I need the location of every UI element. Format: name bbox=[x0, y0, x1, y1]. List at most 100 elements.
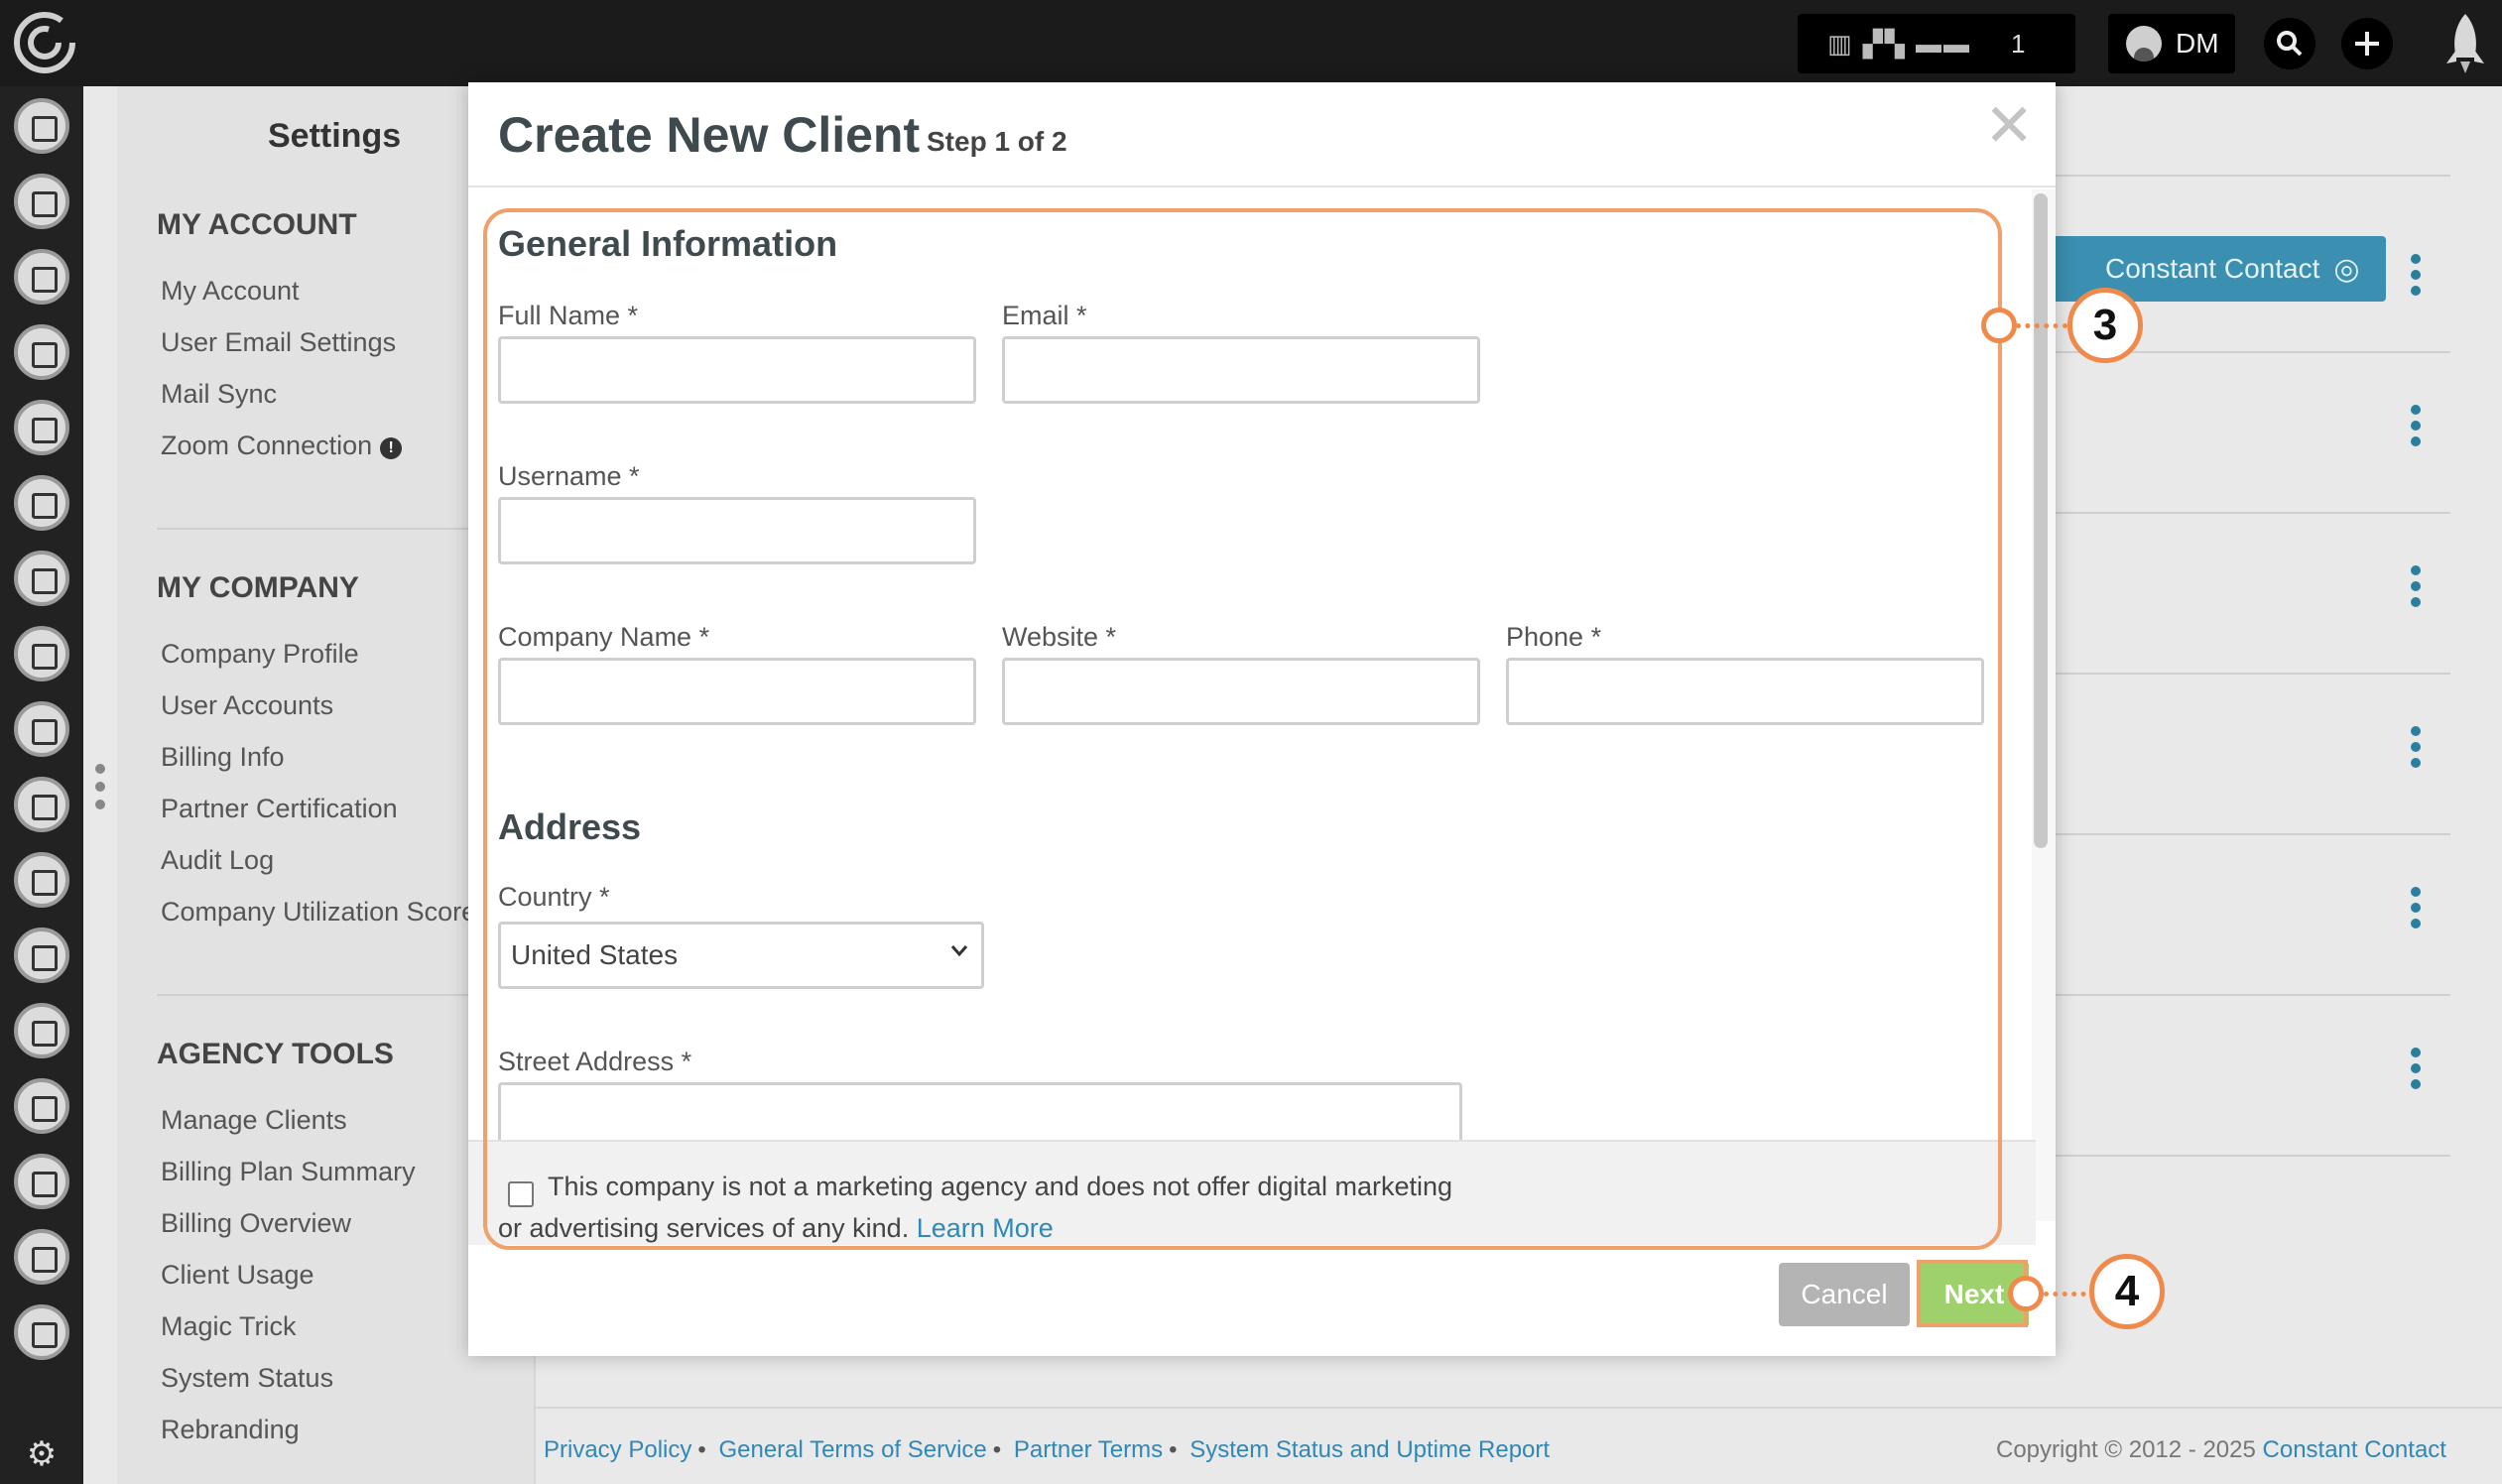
footer-link-privacy-policy[interactable]: Privacy Policy bbox=[544, 1436, 691, 1463]
settings-item-zoom-connection[interactable]: Zoom Connection! bbox=[161, 431, 403, 461]
megaphone-icon[interactable] bbox=[14, 551, 69, 606]
left-nav-bar bbox=[0, 86, 83, 1484]
user-menu[interactable]: DM bbox=[2108, 14, 2235, 73]
settings-item-user-accounts[interactable]: User Accounts bbox=[161, 690, 333, 721]
copyright: Copyright © 2012 - 2025 Constant Contact bbox=[1996, 1436, 2446, 1464]
settings-item-rebranding[interactable]: Rebranding bbox=[161, 1415, 300, 1445]
copyright-text: Copyright © 2012 - 2025 bbox=[1996, 1436, 2256, 1463]
contacts-icon[interactable] bbox=[14, 98, 69, 154]
more-options-icon[interactable] bbox=[2406, 726, 2426, 770]
annotation-connector bbox=[2016, 323, 2067, 328]
building-icon: ▥ ▞▚ ▬▬ bbox=[1827, 28, 1972, 59]
more-options-icon[interactable] bbox=[2406, 1048, 2426, 1091]
account-switcher[interactable]: ▥ ▞▚ ▬▬ 1 bbox=[1798, 14, 2075, 73]
more-options-icon[interactable] bbox=[2406, 254, 2426, 298]
website-label: Website * bbox=[1002, 622, 1117, 652]
map-icon[interactable] bbox=[14, 324, 69, 380]
gallery-icon[interactable] bbox=[14, 777, 69, 832]
divider bbox=[2044, 1155, 2450, 1157]
settings-item-user-email-settings[interactable]: User Email Settings bbox=[161, 327, 396, 358]
username-label: Username * bbox=[498, 461, 640, 491]
email-label: Email * bbox=[1002, 301, 1087, 330]
search-icon[interactable] bbox=[2264, 18, 2315, 69]
step-badge-4: 4 bbox=[2089, 1254, 2165, 1329]
constant-contact-label: Constant Contact bbox=[2105, 253, 2320, 284]
annotation-anchor-dot bbox=[2008, 1276, 2044, 1311]
settings-item-mail-sync[interactable]: Mail Sync bbox=[161, 379, 277, 410]
street-address-label: Street Address * bbox=[498, 1047, 692, 1076]
settings-item-manage-clients[interactable]: Manage Clients bbox=[161, 1105, 347, 1136]
settings-item-audit-log[interactable]: Audit Log bbox=[161, 845, 274, 876]
divider bbox=[2044, 512, 2450, 514]
phone-label: Phone * bbox=[1506, 622, 1602, 652]
website-input[interactable] bbox=[1002, 658, 1480, 725]
footer-link-general-terms[interactable]: General Terms of Service bbox=[718, 1436, 986, 1463]
full-name-input[interactable] bbox=[498, 336, 976, 404]
scrollbar-thumb[interactable] bbox=[2034, 193, 2048, 848]
chevron-down-icon bbox=[950, 945, 968, 957]
more-options-icon[interactable] bbox=[2406, 565, 2426, 609]
list-icon[interactable] bbox=[14, 475, 69, 531]
settings-item-billing-info[interactable]: Billing Info bbox=[161, 742, 285, 773]
checkbox-label-line2: or advertising services of any kind. Lea… bbox=[498, 1213, 1054, 1244]
bar-chart-icon[interactable] bbox=[14, 1229, 69, 1285]
thumbs-up-icon[interactable] bbox=[14, 701, 69, 757]
top-bar: ▥ ▞▚ ▬▬ 1 DM bbox=[0, 0, 2502, 86]
settings-item-company-utilization-score[interactable]: Company Utilization Score bbox=[161, 897, 476, 928]
footer-link-system-status[interactable]: System Status and Uptime Report bbox=[1189, 1436, 1550, 1463]
modal-title: Create New Client bbox=[498, 107, 921, 163]
country-selected-value: United States bbox=[511, 939, 679, 970]
add-icon[interactable] bbox=[2341, 18, 2393, 69]
phone-input[interactable] bbox=[1506, 658, 1984, 725]
my-company-heading: MY COMPANY bbox=[157, 571, 359, 604]
footer-links: Privacy Policy • General Terms of Service… bbox=[544, 1436, 1551, 1463]
create-client-modal: Create New Client Step 1 of 2 ✕ General … bbox=[468, 82, 2056, 1356]
more-options-icon[interactable] bbox=[2406, 405, 2426, 448]
info-icon[interactable]: ! bbox=[380, 437, 403, 459]
agency-tools-heading: AGENCY TOOLS bbox=[157, 1038, 394, 1070]
country-select[interactable]: United States bbox=[498, 922, 984, 989]
workflow-icon[interactable] bbox=[14, 400, 69, 455]
calendar-icon[interactable] bbox=[14, 852, 69, 908]
settings-item-company-profile[interactable]: Company Profile bbox=[161, 639, 359, 670]
gear-icon[interactable]: ⚙ bbox=[24, 1435, 60, 1473]
settings-item-my-account[interactable]: My Account bbox=[161, 276, 300, 307]
checkbox-label-line1: This company is not a marketing agency a… bbox=[548, 1172, 1453, 1201]
analytics-icon[interactable] bbox=[14, 1003, 69, 1058]
settings-item-billing-overview[interactable]: Billing Overview bbox=[161, 1208, 351, 1239]
zoom-connection-label: Zoom Connection bbox=[161, 431, 373, 460]
add-user-icon[interactable] bbox=[14, 1154, 69, 1209]
modal-header: Create New Client Step 1 of 2 ✕ bbox=[468, 82, 2056, 187]
settings-item-magic-trick[interactable]: Magic Trick bbox=[161, 1311, 297, 1342]
annotation-connector bbox=[2044, 1292, 2095, 1297]
general-information-heading: General Information bbox=[498, 223, 838, 264]
support-icon[interactable] bbox=[14, 1078, 69, 1134]
clipboard-icon[interactable] bbox=[14, 249, 69, 305]
company-name-input[interactable] bbox=[498, 658, 976, 725]
email-input[interactable] bbox=[1002, 336, 1480, 404]
rocket-icon[interactable] bbox=[2429, 0, 2502, 86]
drag-handle-icon[interactable] bbox=[95, 764, 105, 817]
cancel-button[interactable]: Cancel bbox=[1779, 1263, 1910, 1326]
settings-item-system-status[interactable]: System Status bbox=[161, 1363, 333, 1394]
divider bbox=[2044, 673, 2450, 675]
divider bbox=[2044, 833, 2450, 835]
chat-icon[interactable] bbox=[14, 626, 69, 681]
inbox-icon[interactable] bbox=[14, 174, 69, 229]
settings-item-billing-plan-summary[interactable]: Billing Plan Summary bbox=[161, 1157, 416, 1187]
avatar-icon bbox=[2126, 26, 2162, 62]
learn-more-link[interactable]: Learn More bbox=[917, 1213, 1054, 1243]
copyright-brand-link[interactable]: Constant Contact bbox=[2263, 1436, 2446, 1463]
more-options-icon[interactable] bbox=[2406, 887, 2426, 930]
close-icon[interactable]: ✕ bbox=[1984, 96, 2034, 156]
footer-link-partner-terms[interactable]: Partner Terms bbox=[1014, 1436, 1163, 1463]
company-name-label: Company Name * bbox=[498, 622, 710, 652]
not-agency-checkbox[interactable] bbox=[508, 1181, 534, 1207]
plug-icon[interactable] bbox=[14, 1304, 69, 1360]
settings-item-client-usage[interactable]: Client Usage bbox=[161, 1260, 314, 1291]
app-logo-icon[interactable] bbox=[12, 10, 77, 75]
settings-item-partner-certification[interactable]: Partner Certification bbox=[161, 794, 398, 824]
username-input[interactable] bbox=[498, 497, 976, 564]
constant-contact-logo-icon: ◎ bbox=[2333, 252, 2360, 286]
handshake-icon[interactable] bbox=[14, 928, 69, 983]
